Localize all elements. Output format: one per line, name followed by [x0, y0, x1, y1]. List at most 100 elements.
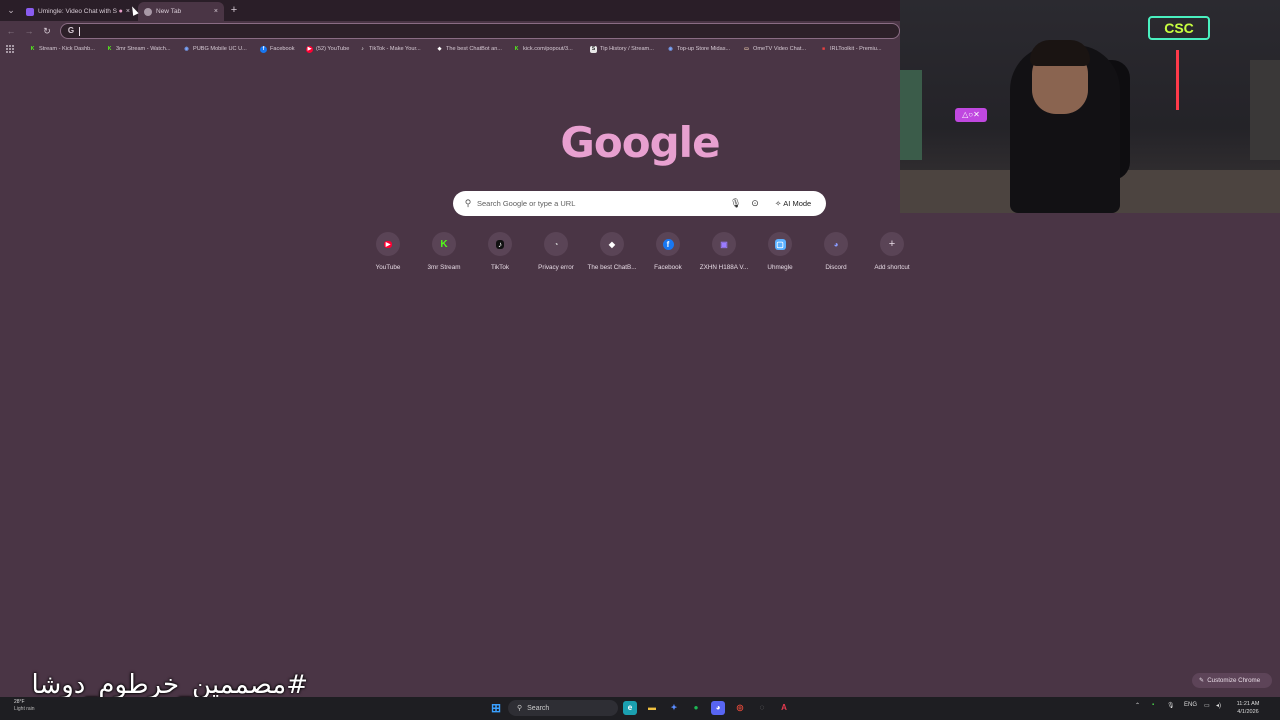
bookmark-item[interactable]: K 3mr Stream - Watch... — [106, 44, 171, 54]
bookmark-item[interactable]: S Tip History / Stream... — [590, 44, 654, 54]
bookmark-item[interactable]: ◉ PUBG Mobile UC U... — [183, 44, 247, 54]
bookmark-item[interactable]: f Facebook — [260, 44, 295, 54]
bookmark-item[interactable]: ■ IRLToolkit - Premiu... — [820, 44, 882, 54]
webcam-overlay: CSC △○✕ — [900, 0, 1280, 213]
search-icon: ⚲ — [517, 705, 523, 712]
streamelements-icon: S — [590, 45, 597, 53]
bookmark-label: The best ChatBot an... — [446, 46, 502, 52]
kick-icon: K — [514, 45, 519, 52]
nvidia-icon[interactable]: ▪ — [1152, 702, 1154, 708]
weather-widget[interactable]: 28°F Light rain — [14, 699, 54, 718]
bookmark-item[interactable]: ▭ OmeTV Video Chat... — [743, 44, 806, 54]
taskbar-search-label: Search — [527, 704, 550, 712]
network-icon[interactable]: ▭ — [1204, 702, 1210, 709]
bookmark-label: OmeTV Video Chat... — [753, 46, 807, 52]
uhmegle-icon: ▢ — [768, 232, 792, 256]
microphone-icon[interactable]: 🎙 — [1167, 702, 1175, 709]
bookmark-item[interactable]: ◉ Top-up Store Midas... — [667, 44, 730, 54]
shortcut-facebook[interactable]: f Facebook — [640, 232, 696, 278]
discord-icon[interactable]: ◕ — [711, 701, 725, 715]
irltoolkit-icon: ■ — [821, 45, 826, 52]
chatbot-icon: ◆ — [437, 45, 442, 52]
bookmark-item[interactable]: Kkick.com/popout/3... — [513, 44, 573, 54]
text-caret — [79, 27, 80, 36]
tab-new-tab[interactable]: New Tab × — [138, 2, 224, 21]
pencil-icon: ✎ — [1199, 677, 1205, 684]
system-clock[interactable]: 11:21 AM 4/1/2026 — [1230, 700, 1266, 718]
shortcut-youtube[interactable]: ▶ YouTube — [360, 232, 416, 278]
google-lens-icon[interactable]: ⊙ — [750, 197, 760, 209]
apps-grid-icon[interactable] — [6, 45, 14, 53]
weather-temp: 28°F — [14, 699, 25, 705]
clock-date: 4/1/2026 — [1237, 709, 1259, 715]
bookmark-item[interactable]: ◆ The best ChatBot an... — [436, 44, 502, 54]
facebook-icon: f — [260, 45, 267, 53]
tab-title: New Tab — [156, 8, 182, 15]
shortcut-label: Facebook — [654, 264, 682, 271]
playstation-sign-icon: △○✕ — [955, 108, 987, 122]
tab-umingle[interactable]: Umingle: Video Chat with S ● × — [20, 2, 136, 21]
search-icon: ⚲ — [464, 198, 472, 208]
reload-button[interactable]: ↻ — [41, 25, 53, 37]
chevron-up-icon[interactable]: ⌃ — [1135, 702, 1140, 709]
tiktok-icon: ♪ — [488, 232, 512, 256]
tab-search-button[interactable]: ⌄ — [4, 3, 18, 17]
bookmark-label: Facebook — [270, 46, 295, 52]
shortcut-label: Add shortcut — [874, 264, 910, 271]
new-tab-button[interactable]: + — [228, 3, 240, 17]
close-tab-icon[interactable]: × — [214, 8, 218, 15]
tab-title: Umingle: Video Chat with S — [38, 8, 117, 15]
plus-icon: + — [880, 232, 904, 256]
shortcut-tiktok[interactable]: ♪ TikTok — [472, 232, 528, 278]
language-indicator[interactable]: ENG — [1184, 702, 1197, 708]
shortcut-chatbot[interactable]: ◆ The best ChatB... — [584, 232, 640, 278]
chatbot-icon: ◆ — [600, 232, 624, 256]
globe-icon: ◉ — [184, 45, 189, 52]
shortcut-label: ZXHN H188A V... — [699, 264, 749, 271]
address-bar[interactable]: G — [60, 23, 900, 39]
shortcut-label: 3mr Stream — [427, 264, 461, 271]
neon-sign: CSC — [1148, 16, 1210, 40]
bookmark-label: PUBG Mobile UC U... — [193, 46, 247, 52]
bookmark-item[interactable]: K Stream - Kick Dashb... — [29, 44, 95, 54]
search-input[interactable] — [477, 195, 717, 212]
customize-chrome-button[interactable]: ✎ Customize Chrome — [1192, 673, 1272, 688]
umingle-favicon-icon — [26, 7, 34, 16]
shortcut-discord[interactable]: ◕ Discord — [808, 232, 864, 278]
search-box[interactable]: ⚲ 🎙 ⊙ ✧ AI Mode — [453, 191, 826, 216]
windows-start-icon[interactable]: ⊞ — [489, 701, 503, 715]
bookmark-label: Tip History / Stream... — [600, 46, 654, 52]
shortcut-add[interactable]: + Add shortcut — [864, 232, 920, 278]
spotify-icon[interactable]: ● — [689, 701, 703, 715]
file-explorer-icon[interactable]: ▬ — [645, 701, 659, 715]
youtube-icon: ▶ — [306, 45, 313, 53]
taskbar-search[interactable]: ⚲ Search — [508, 700, 618, 716]
bookmark-item[interactable]: ♪ TikTok - Make Your... — [359, 44, 421, 54]
microphone-icon[interactable]: 🎙 — [730, 197, 741, 209]
shortcut-zxhn[interactable]: ▣ ZXHN H188A V... — [696, 232, 752, 278]
app-icon[interactable]: A — [777, 701, 791, 715]
shortcut-uhmegle[interactable]: ▢ Uhmegle — [752, 232, 808, 278]
facebook-icon: f — [656, 232, 680, 256]
privacy-error-icon: ◔ — [544, 232, 568, 256]
edge-icon[interactable]: e — [623, 701, 637, 715]
shortcut-3mr-stream[interactable]: K 3mr Stream — [416, 232, 472, 278]
audio-playing-icon[interactable]: ● — [119, 8, 123, 15]
sparkle-icon: ✧ — [775, 199, 782, 208]
kick-icon: K — [107, 45, 112, 52]
google-logo: Google — [560, 118, 720, 167]
copilot-icon[interactable]: ✦ — [667, 701, 681, 715]
forward-button[interactable]: → — [23, 25, 35, 37]
ai-mode-button[interactable]: ✧ AI Mode — [769, 195, 819, 212]
bookmark-label: TikTok - Make Your... — [369, 46, 421, 52]
youtube-icon: ▶ — [376, 232, 400, 256]
tiktok-icon: ♪ — [361, 45, 364, 52]
bookmark-item[interactable]: ▶ (52) YouTube — [306, 44, 349, 54]
chrome-icon[interactable]: ◎ — [733, 701, 747, 715]
speaker-icon[interactable]: ◂) — [1216, 702, 1221, 709]
ai-mode-label: AI Mode — [783, 199, 812, 208]
obs-icon[interactable]: ◌ — [755, 701, 769, 715]
shortcut-label: The best ChatB... — [587, 264, 637, 271]
back-button[interactable]: ← — [5, 25, 17, 37]
shortcut-privacy-error[interactable]: ◔ Privacy error — [528, 232, 584, 278]
